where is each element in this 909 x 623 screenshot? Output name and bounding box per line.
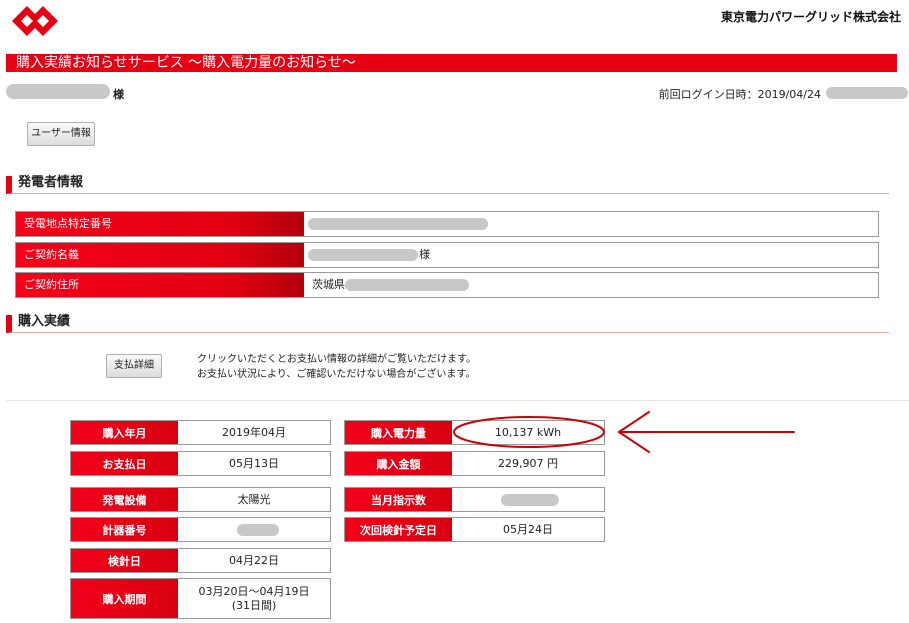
cell-value: 05月24日 bbox=[503, 522, 553, 536]
info-value: 茨城県 bbox=[312, 278, 345, 291]
cell-next-reading-date: 次回検針予定日 05月24日 bbox=[344, 517, 605, 542]
cell-payment-date: お支払日 05月13日 bbox=[70, 451, 331, 476]
redacted-user-name bbox=[6, 84, 110, 99]
tepco-logo-icon bbox=[12, 6, 58, 36]
cell-purchased-energy: 購入電力量 10,137 kWh bbox=[344, 420, 605, 445]
cell-label: 購入電力量 bbox=[345, 421, 452, 444]
cell-meter-reading: 当月指示数 bbox=[344, 487, 605, 512]
cell-meter-number: 計器番号 bbox=[70, 517, 331, 542]
cell-label: 計器番号 bbox=[71, 518, 178, 541]
last-login-datetime: 前回ログイン日時：2019/04/24 bbox=[658, 88, 821, 101]
cell-value: 04月22日 bbox=[229, 553, 279, 567]
redacted-value bbox=[308, 218, 488, 230]
payment-note-line2: お支払い状況により、ご確認いただけない場合がございます。 bbox=[197, 369, 476, 380]
cell-purchase-month: 購入年月 2019年04月 bbox=[70, 420, 331, 445]
cell-value: 229,907 円 bbox=[498, 456, 558, 470]
generator-info-heading: 発電者情報 bbox=[6, 176, 889, 194]
info-label: ご契約住所 bbox=[16, 273, 304, 297]
purchase-period-range: 03月20日～04月19日 bbox=[198, 584, 310, 598]
company-name: 東京電力パワーグリッド株式会社 bbox=[720, 10, 901, 24]
info-label: ご契約名義 bbox=[16, 243, 304, 267]
cell-reading-date: 検針日 04月22日 bbox=[70, 548, 331, 573]
cell-label: 購入金額 bbox=[345, 452, 452, 475]
purchase-record-heading: 購入実績 bbox=[6, 315, 889, 333]
payment-note-line1: クリックいただくとお支払い情報の詳細がご覧いただけます。 bbox=[197, 354, 476, 365]
cell-label: お支払日 bbox=[71, 452, 178, 475]
cell-label: 当月指示数 bbox=[345, 488, 452, 511]
info-row-contract-name: ご契約名義 様 bbox=[15, 242, 879, 268]
cell-value: 10,137 kWh bbox=[494, 425, 562, 439]
purchase-period-days: (31日間) bbox=[231, 598, 277, 612]
redacted-value bbox=[237, 524, 279, 536]
service-title-bar: 購入実績お知らせサービス ～購入電力量のお知らせ～ bbox=[6, 54, 897, 72]
user-info-button[interactable]: ユーザー情報 bbox=[27, 122, 95, 146]
redacted-login-time bbox=[826, 87, 908, 99]
redacted-value bbox=[308, 249, 418, 261]
user-name-suffix: 様 bbox=[113, 88, 124, 101]
cell-label: 次回検針予定日 bbox=[345, 518, 452, 541]
payment-note: クリックいただくとお支払い情報の詳細がご覧いただけます。 お支払い状況により、ご… bbox=[197, 352, 476, 382]
left-arrow-icon bbox=[618, 411, 795, 453]
info-label: 受電地点特定番号 bbox=[16, 212, 304, 236]
info-row-contract-address: ご契約住所 茨城県 bbox=[15, 272, 879, 298]
cell-value: 05月13日 bbox=[229, 456, 279, 470]
info-row-meter-point: 受電地点特定番号 bbox=[15, 211, 879, 237]
cell-value: 太陽光 bbox=[237, 492, 271, 506]
redacted-value bbox=[501, 494, 559, 506]
redacted-value bbox=[345, 279, 469, 291]
cell-generation-facility: 発電設備 太陽光 bbox=[70, 487, 331, 512]
cell-purchase-amount: 購入金額 229,907 円 bbox=[344, 451, 605, 476]
info-value: 様 bbox=[419, 248, 430, 261]
cell-label: 検針日 bbox=[71, 549, 178, 572]
cell-purchase-period: 購入期間 03月20日～04月19日 (31日間) bbox=[70, 578, 331, 619]
cell-label: 購入期間 bbox=[71, 579, 178, 618]
section-divider bbox=[6, 400, 909, 401]
cell-label: 発電設備 bbox=[71, 488, 178, 511]
cell-value: 2019年04月 bbox=[222, 425, 286, 439]
cell-label: 購入年月 bbox=[71, 421, 178, 444]
cell-value: 03月20日～04月19日 (31日間) bbox=[178, 579, 330, 618]
payment-detail-button[interactable]: 支払詳細 bbox=[106, 354, 162, 378]
